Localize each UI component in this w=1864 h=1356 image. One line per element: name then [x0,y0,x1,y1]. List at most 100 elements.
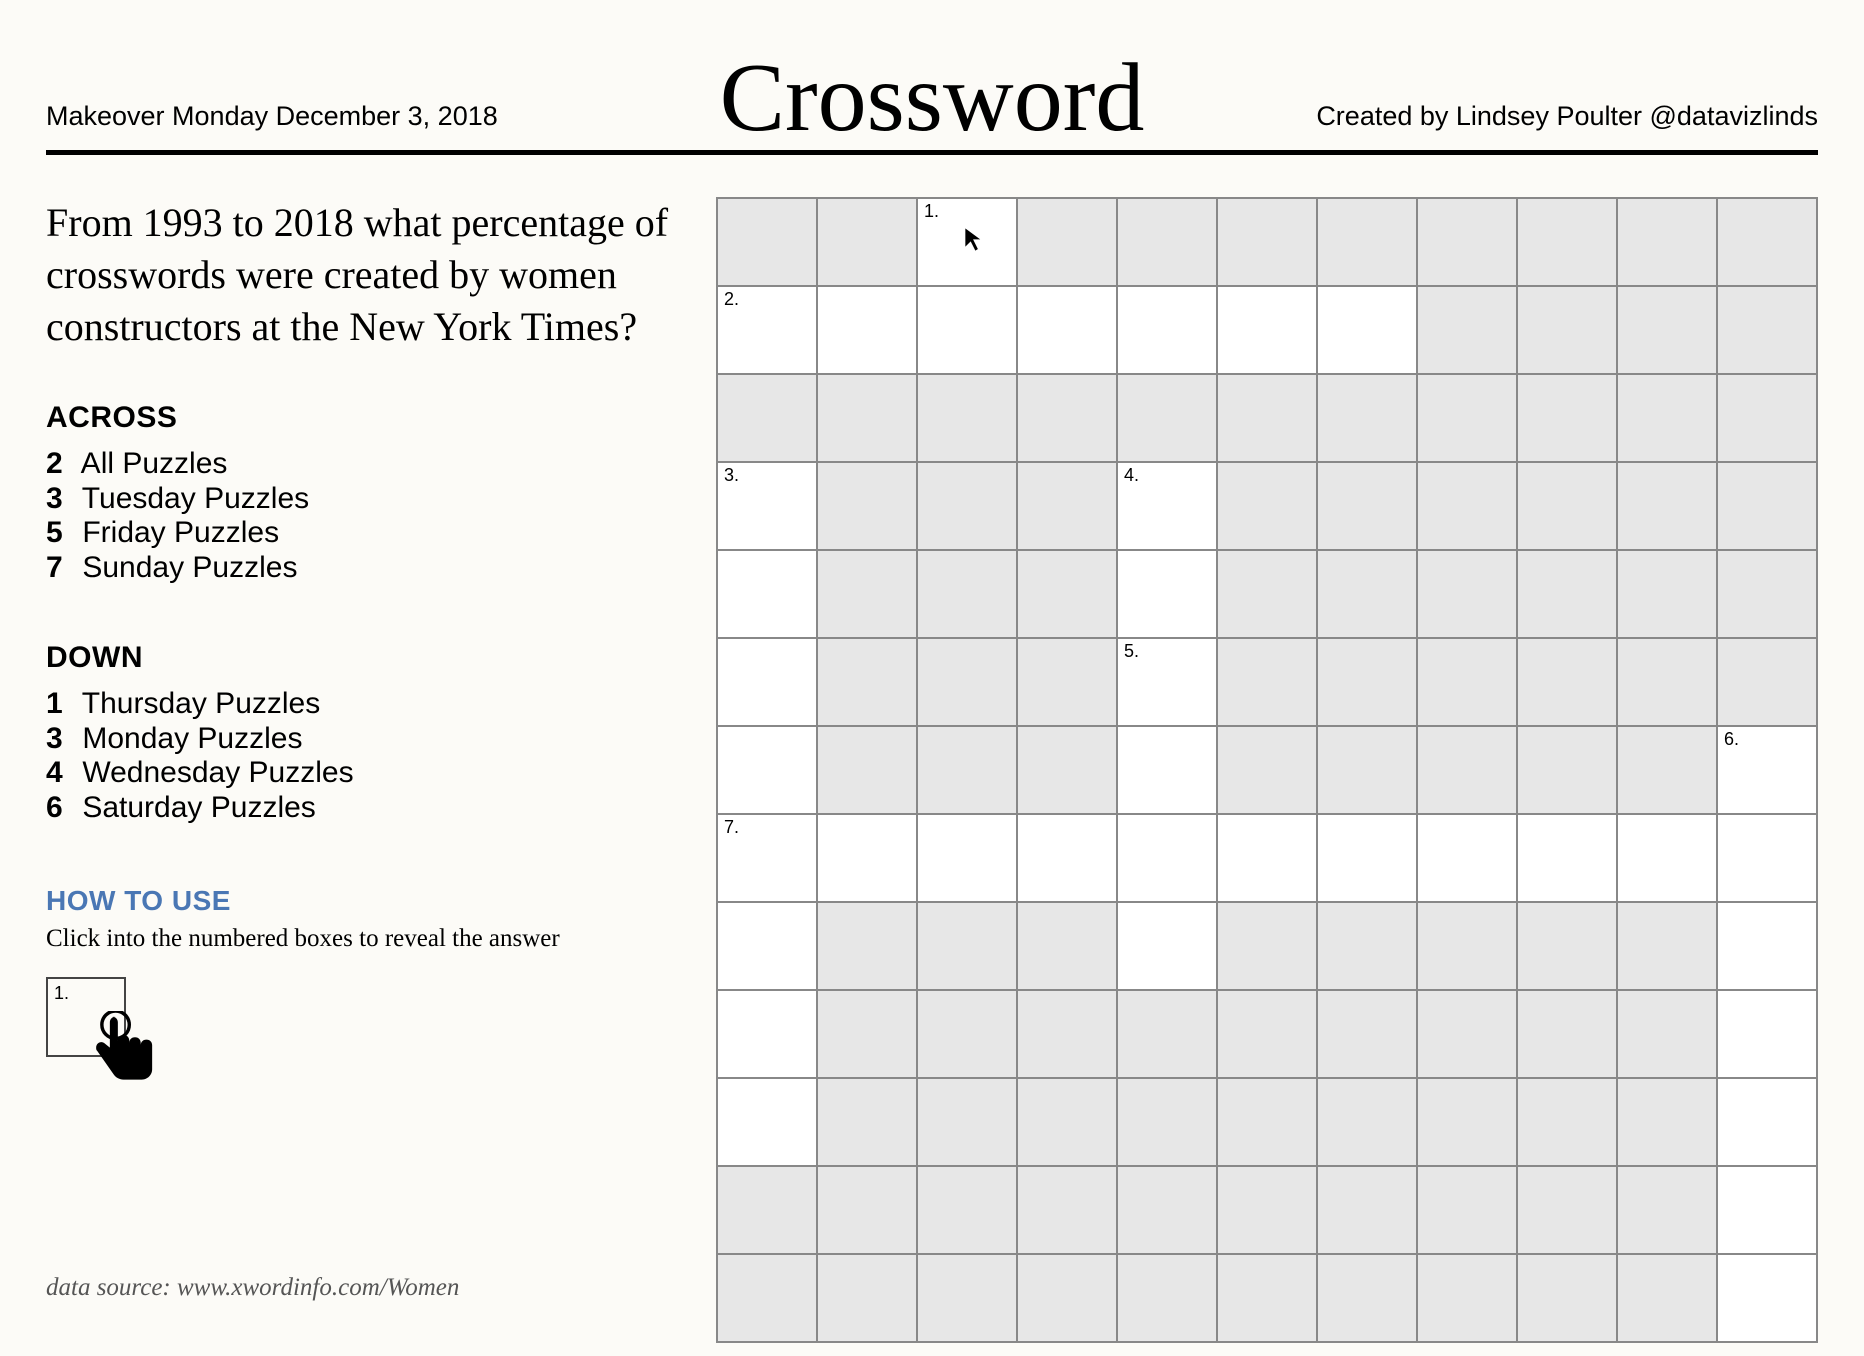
cell-block [917,1078,1017,1166]
cell-answer[interactable] [717,638,817,726]
cell-block [817,1166,917,1254]
cell-answer[interactable] [1717,1078,1817,1166]
cell-block [1117,1078,1217,1166]
cell-block [1417,1078,1517,1166]
down-heading: DOWN [46,641,676,675]
cell-block [1517,1078,1617,1166]
cell-block [1217,1078,1317,1166]
cell-answer[interactable] [717,550,817,638]
cell-answer[interactable] [1117,550,1217,638]
cell-answer[interactable] [717,990,817,1078]
cell-answer[interactable] [1717,902,1817,990]
cell-answer[interactable] [817,814,917,902]
cell-answer[interactable] [1517,814,1617,902]
cell-answer[interactable]: 7. [717,814,817,902]
clue-item: 2 All Puzzles [46,447,676,482]
cell-answer[interactable] [1317,286,1417,374]
cell-block [917,990,1017,1078]
header-date: Makeover Monday December 3, 2018 [46,101,498,132]
cell-block [1617,374,1717,462]
cell-block [1317,462,1417,550]
cell-answer[interactable] [917,286,1017,374]
cell-answer[interactable] [817,286,917,374]
cell-block [1717,286,1817,374]
cell-answer[interactable]: 5. [1117,638,1217,726]
cell-block [1617,1078,1717,1166]
cell-answer[interactable] [1717,1254,1817,1342]
cell-answer[interactable] [717,726,817,814]
cell-block [1417,462,1517,550]
cell-answer[interactable] [1217,814,1317,902]
cell-answer[interactable] [1117,814,1217,902]
clue-text: Sunday Puzzles [74,551,297,584]
cell-answer[interactable] [917,814,1017,902]
cell-block [1017,1078,1117,1166]
cell-block [917,374,1017,462]
cell-block [1117,990,1217,1078]
clue-text: Monday Puzzles [74,722,302,755]
cell-block [1517,1254,1617,1342]
cell-block [1317,726,1417,814]
cell-block [917,462,1017,550]
cell-block [1517,726,1617,814]
cell-answer[interactable] [1117,902,1217,990]
cell-block [917,726,1017,814]
cell-block [1417,902,1517,990]
howto-text: Click into the numbered boxes to reveal … [46,925,676,953]
clue-number: 4 [46,756,74,791]
page-title: Crossword [720,42,1145,154]
cell-number: 6. [1724,729,1739,750]
cell-block [1517,462,1617,550]
cell-answer[interactable]: 3. [717,462,817,550]
cell-block [1217,462,1317,550]
cell-number: 4. [1124,465,1139,486]
clue-number: 7 [46,551,74,586]
cell-block [1417,1254,1517,1342]
cell-answer[interactable]: 2. [717,286,817,374]
cell-block [817,1254,917,1342]
down-clue-list: 1 Thursday Puzzles3 Monday Puzzles4 Wedn… [46,687,676,825]
cell-block [1117,198,1217,286]
cell-answer[interactable] [1717,1166,1817,1254]
cell-block [1117,1166,1217,1254]
cell-block [1017,374,1117,462]
cell-block [1017,198,1117,286]
cell-answer[interactable] [1317,814,1417,902]
cell-block [717,1254,817,1342]
cell-answer[interactable] [1117,286,1217,374]
cell-answer[interactable] [717,1078,817,1166]
cell-answer[interactable] [1617,814,1717,902]
clue-item: 4 Wednesday Puzzles [46,756,676,791]
cursor-arrow-icon [962,225,986,255]
cell-block [1017,1254,1117,1342]
cell-block [1217,638,1317,726]
cell-answer[interactable] [1417,814,1517,902]
clue-text: Tuesday Puzzles [74,482,309,515]
data-source: data source: www.xwordinfo.com/Women [46,1274,459,1302]
cell-answer[interactable]: 6. [1717,726,1817,814]
cell-answer[interactable] [717,902,817,990]
cell-block [1617,198,1717,286]
cell-answer[interactable]: 4. [1117,462,1217,550]
cell-block [1517,990,1617,1078]
clue-number: 1 [46,687,74,722]
cell-block [1417,374,1517,462]
cell-answer[interactable] [1717,990,1817,1078]
cell-block [1317,638,1417,726]
cell-answer[interactable] [1017,814,1117,902]
cell-answer[interactable] [1217,286,1317,374]
cell-answer[interactable] [1017,286,1117,374]
clue-item: 1 Thursday Puzzles [46,687,676,722]
cell-block [1517,550,1617,638]
cell-block [1117,374,1217,462]
cell-block [1517,638,1617,726]
cell-block [1217,1254,1317,1342]
cell-block [1317,550,1417,638]
cell-block [1317,990,1417,1078]
cell-block [1517,374,1617,462]
cell-answer[interactable] [1717,814,1817,902]
cell-block [817,198,917,286]
across-heading: ACROSS [46,401,676,435]
cell-answer[interactable] [1117,726,1217,814]
cell-block [817,726,917,814]
